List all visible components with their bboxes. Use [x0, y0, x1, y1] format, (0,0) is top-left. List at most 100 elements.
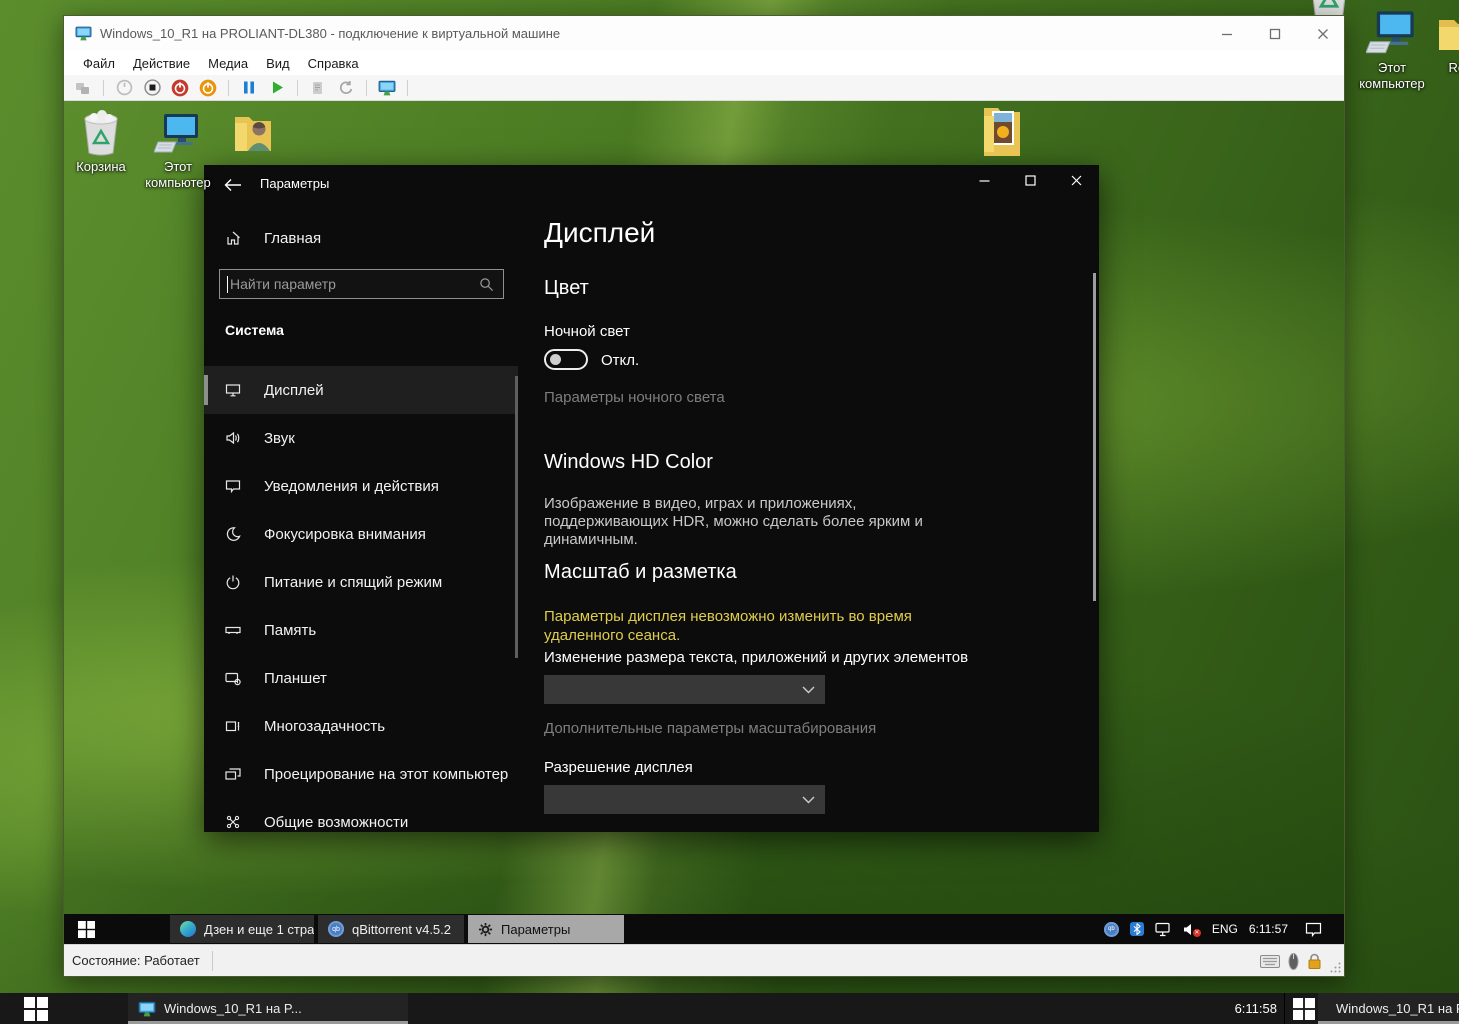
settings-window: Параметры Главная Система [204, 165, 1099, 832]
search-input[interactable] [220, 276, 479, 292]
night-light-toggle[interactable] [544, 349, 588, 370]
host-this-pc-icon[interactable]: Этот компьютер [1348, 6, 1436, 92]
guest-user-folder-icon[interactable] [208, 109, 298, 157]
sidebar-item-storage[interactable]: Память [204, 606, 518, 654]
recycle-bin-icon [77, 109, 125, 157]
night-light-settings-link[interactable]: Параметры ночного света [544, 389, 725, 406]
vm-maximize-button[interactable] [1264, 23, 1286, 45]
content-scrollbar[interactable] [1093, 273, 1096, 601]
guest-clock[interactable]: 6:11:57 [1249, 922, 1288, 936]
sound-icon [225, 430, 241, 446]
maximize-icon [1269, 28, 1281, 40]
search-icon [479, 277, 494, 292]
enhanced-session-icon[interactable] [376, 78, 398, 98]
sidebar-scrollbar[interactable] [515, 376, 518, 658]
text-caret [227, 276, 228, 293]
qbittorrent-icon: qb [328, 921, 344, 937]
sidebar-item-shared-experiences[interactable]: Общие возможности [204, 798, 518, 832]
moon-icon [225, 526, 241, 542]
advanced-scaling-link[interactable]: Дополнительные параметры масштабирования [544, 720, 876, 737]
scale-dropdown[interactable] [544, 675, 825, 704]
turn-off-icon[interactable] [141, 78, 163, 98]
taskbar-button-edge[interactable]: Дзен и еще 1 страни... [170, 915, 314, 943]
settings-maximize-button[interactable] [1007, 165, 1053, 195]
menu-action[interactable]: Действие [124, 53, 199, 74]
host-desktop: Этот компьютер Ror Windows_10_R1 на PROL… [0, 0, 1459, 1024]
desktop-icon-label: Этот компьютер [133, 159, 223, 191]
guest-taskbar: Дзен и еще 1 страни... qb qBittorrent v4… [64, 914, 1344, 944]
gear-icon [478, 922, 493, 937]
vm-statusbar: Состояние: Работает [64, 944, 1344, 976]
checkpoint-icon[interactable] [307, 78, 329, 98]
sidebar-item-notifications[interactable]: Уведомления и действия [204, 462, 518, 510]
mouse-status-icon [1288, 953, 1299, 970]
vm-toolbar [64, 75, 1344, 101]
sidebar-item-home[interactable]: Главная [204, 214, 518, 262]
tablet-icon [225, 670, 241, 686]
bluetooth-icon[interactable] [1130, 922, 1144, 936]
menu-file[interactable]: Файл [74, 53, 124, 74]
toggle-knob [550, 354, 561, 365]
host-taskbar-button-vmconnect-monitor2[interactable]: Windows_10_R1 на P... [1318, 993, 1459, 1024]
guest-pictures-folder-icon[interactable] [957, 102, 1047, 159]
guest-desktop: Корзина Этот компьютер [64, 101, 1344, 944]
guest-system-tray: qb ✕ ENG 6:11:57 [1104, 914, 1344, 944]
menu-media[interactable]: Медиа [199, 53, 257, 74]
edge-icon [180, 921, 196, 937]
start-vm-icon[interactable] [266, 78, 288, 98]
vm-close-button[interactable] [1312, 23, 1334, 45]
power-icon [225, 574, 241, 590]
vm-window-title: Windows_10_R1 на PROLIANT-DL380 - подклю… [100, 26, 560, 41]
vm-window-titlebar[interactable]: Windows_10_R1 на PROLIANT-DL380 - подклю… [64, 16, 1344, 51]
host-taskbar-button-vmconnect[interactable]: Windows_10_R1 на P... [128, 993, 408, 1024]
shut-down-icon[interactable] [169, 78, 191, 98]
sidebar-item-tablet[interactable]: Планшет [204, 654, 518, 702]
sidebar-item-multitasking[interactable]: Многозадачность [204, 702, 518, 750]
vm-app-icon [138, 1000, 156, 1018]
scale-heading: Масштаб и разметка [544, 561, 737, 584]
taskbar-button-qbittorrent[interactable]: qb qBittorrent v4.5.2 [318, 915, 464, 943]
power-disabled-icon[interactable] [113, 78, 135, 98]
windows-start-icon [1293, 998, 1315, 1020]
guest-start-button[interactable] [64, 914, 108, 944]
host-user-folder-icon[interactable]: Ror [1424, 10, 1459, 76]
vm-status-text: Состояние: Работает [72, 951, 213, 971]
menu-view[interactable]: Вид [257, 53, 299, 74]
taskbar-button-settings[interactable]: Параметры [468, 915, 624, 943]
this-pc-icon [1366, 6, 1418, 58]
remote-session-warning: Параметры дисплея невозможно изменить во… [544, 607, 984, 645]
sidebar-item-power-sleep[interactable]: Питание и спящий режим [204, 558, 518, 606]
sidebar-item-sound[interactable]: Звук [204, 414, 518, 462]
network-icon[interactable] [1155, 922, 1172, 937]
pause-icon[interactable] [238, 78, 260, 98]
vm-minimize-button[interactable] [1216, 23, 1238, 45]
settings-title: Параметры [260, 176, 329, 191]
settings-minimize-button[interactable] [961, 165, 1007, 195]
toolbar-separator [297, 80, 298, 96]
save-state-icon[interactable] [197, 78, 219, 98]
language-indicator[interactable]: ENG [1212, 922, 1238, 936]
hdr-heading: Windows HD Color [544, 451, 713, 474]
host-taskbar: Windows_10_R1 на P... 6:11:58 Windows_10… [0, 993, 1459, 1024]
action-center-icon[interactable] [1305, 922, 1322, 937]
shared-experiences-icon [225, 814, 241, 830]
volume-muted-icon[interactable]: ✕ [1183, 922, 1201, 937]
settings-close-button[interactable] [1053, 165, 1099, 195]
host-clock[interactable]: 6:11:58 [1185, 993, 1277, 1024]
sidebar-item-focus-assist[interactable]: Фокусировка внимания [204, 510, 518, 558]
sidebar-item-display[interactable]: Дисплей [204, 366, 518, 414]
resize-grip[interactable] [1328, 960, 1342, 974]
revert-icon[interactable] [335, 78, 357, 98]
sidebar-item-projecting[interactable]: Проецирование на этот компьютер [204, 750, 518, 798]
minimize-icon [979, 175, 990, 186]
page-title: Дисплей [544, 217, 655, 249]
ctrl-alt-del-icon[interactable] [72, 78, 94, 98]
back-arrow-icon [224, 178, 242, 192]
resolution-dropdown[interactable] [544, 785, 825, 814]
host-start-button[interactable] [12, 993, 60, 1024]
qbittorrent-tray-icon[interactable]: qb [1104, 922, 1119, 937]
vm-app-icon [75, 25, 92, 42]
toolbar-separator [228, 80, 229, 96]
menu-help[interactable]: Справка [299, 53, 368, 74]
desktop-icon-label: Ror [1424, 60, 1459, 76]
